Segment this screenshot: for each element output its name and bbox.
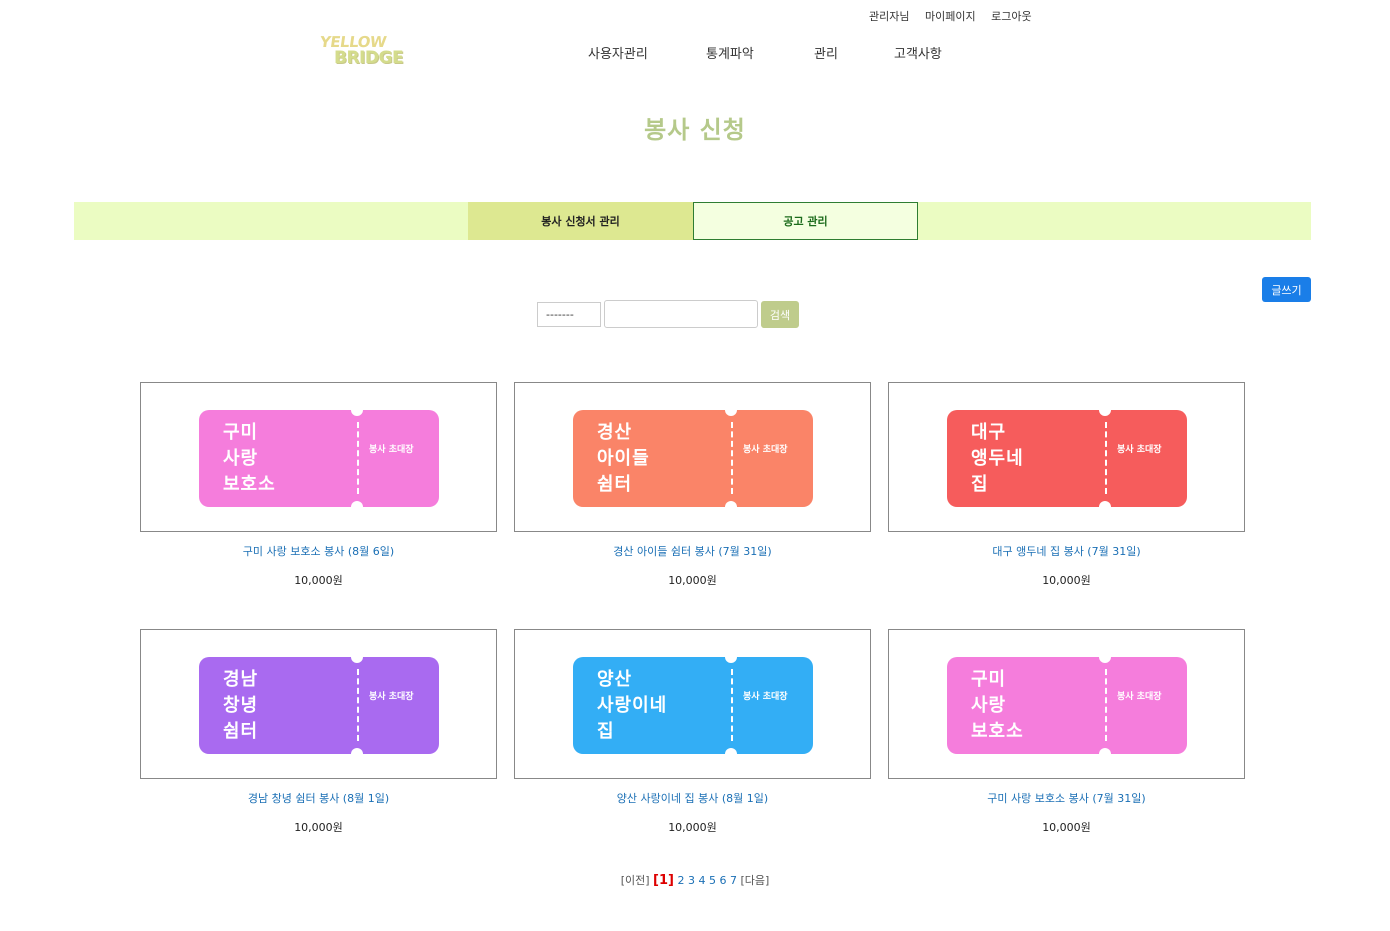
volunteer-card[interactable]: 구미 사랑 보호소 봉사 초대장구미 사랑 보호소 봉사 (8월 6일) 10,00… [140,382,497,588]
ticket-notch [725,651,737,663]
top-links: 관리자님 마이페이지 로그아웃 [869,8,1044,24]
volunteer-card[interactable]: 구미 사랑 보호소 봉사 초대장구미 사랑 보호소 봉사 (7월 31일) 10,0… [888,629,1245,835]
pagination-page[interactable]: 5 [709,874,716,887]
ticket-image: 경남 창녕 쉼터 봉사 초대장 [199,651,439,760]
card-price: 10,000원 [294,574,343,587]
card-price: 10,000원 [1042,574,1091,587]
volunteer-card[interactable]: 양산 사랑이네 집 봉사 초대장양산 사랑이네 집 봉사 (8월 1일) 10,00… [514,629,871,835]
ticket-notch [1099,651,1111,663]
volunteer-card[interactable]: 대구 앵두네 집 봉사 초대장대구 앵두네 집 봉사 (7월 31일) 10,000… [888,382,1245,588]
nav-user-management[interactable]: 사용자관리 [588,43,648,62]
ticket-name: 구미 사랑 보호소 [971,669,1024,742]
page-title: 봉사 신청 [644,116,746,144]
ticket-stub [1104,410,1187,507]
card-title[interactable]: 구미 사랑 보호소 봉사 (7월 31일) [888,790,1245,806]
nav-customer[interactable]: 고객사항 [894,43,942,62]
card-thumbnail[interactable]: 대구 앵두네 집 봉사 초대장 [888,382,1245,532]
logo-line2: BRIDGE [334,48,404,68]
pagination-page[interactable]: 7 [730,874,737,887]
ticket-label: 봉사 초대장 [743,445,788,455]
ticket-perforation [731,669,733,741]
pagination-prev[interactable]: [이전] [621,874,650,887]
ticket-notch [351,651,363,663]
ticket-perforation [357,669,359,741]
card-price: 10,000원 [294,821,343,834]
pagination-current: [1] [653,873,674,888]
search-button[interactable]: 검색 [761,301,799,328]
search-category-select[interactable]: ------- [537,302,601,327]
ticket-image: 경산 아이들 쉼터 봉사 초대장 [573,404,813,513]
logo[interactable]: YELLOW BRIDGE [318,32,418,72]
ticket-label: 봉사 초대장 [1117,692,1162,702]
ticket-perforation [1105,669,1107,741]
card-title[interactable]: 대구 앵두네 집 봉사 (7월 31일) [888,543,1245,559]
ticket-name: 경남 창녕 쉼터 [223,669,259,742]
ticket-notch [725,748,737,760]
ticket-notch [1099,748,1111,760]
card-title[interactable]: 경산 아이들 쉼터 봉사 (7월 31일) [514,543,871,559]
card-thumbnail[interactable]: 양산 사랑이네 집 봉사 초대장 [514,629,871,779]
ticket-label: 봉사 초대장 [1117,445,1162,455]
ticket-perforation [1105,422,1107,494]
ticket-stub [356,657,439,754]
tab-notice-management[interactable]: 공고 관리 [693,202,918,240]
tabs-bar: 봉사 신청서 관리 공고 관리 [74,202,1311,240]
ticket-perforation [357,422,359,494]
search-input[interactable] [604,300,758,328]
card-thumbnail[interactable]: 경산 아이들 쉼터 봉사 초대장 [514,382,871,532]
ticket-stub [730,657,813,754]
ticket-notch [351,404,363,416]
write-button[interactable]: 글쓰기 [1262,277,1311,302]
ticket-notch [725,404,737,416]
ticket-label: 봉사 초대장 [369,445,414,455]
card-thumbnail[interactable]: 구미 사랑 보호소 봉사 초대장 [888,629,1245,779]
ticket-name: 구미 사랑 보호소 [223,422,276,495]
card-price: 10,000원 [668,821,717,834]
tab-application-management[interactable]: 봉사 신청서 관리 [468,202,693,240]
ticket-image: 양산 사랑이네 집 봉사 초대장 [573,651,813,760]
ticket-notch [1099,501,1111,513]
ticket-label: 봉사 초대장 [369,692,414,702]
ticket-name: 대구 앵두네 집 [971,422,1024,495]
card-thumbnail[interactable]: 구미 사랑 보호소 봉사 초대장 [140,382,497,532]
ticket-stub [730,410,813,507]
ticket-image: 대구 앵두네 집 봉사 초대장 [947,404,1187,513]
ticket-name: 양산 사랑이네 집 [597,669,668,742]
pagination-page[interactable]: 6 [719,874,726,887]
card-title[interactable]: 구미 사랑 보호소 봉사 (8월 6일) [140,543,497,559]
ticket-perforation [731,422,733,494]
ticket-notch [725,501,737,513]
ticket-notch [351,748,363,760]
pagination: [이전] [1] 2 3 4 5 6 7 [다음] [0,872,1390,888]
card-price: 10,000원 [668,574,717,587]
ticket-notch [351,501,363,513]
ticket-notch [1099,404,1111,416]
card-title[interactable]: 양산 사랑이네 집 봉사 (8월 1일) [514,790,871,806]
volunteer-card[interactable]: 경산 아이들 쉼터 봉사 초대장경산 아이들 쉼터 봉사 (7월 31일) 10,0… [514,382,871,588]
ticket-label: 봉사 초대장 [743,692,788,702]
nav-statistics[interactable]: 통계파악 [706,43,754,62]
card-price: 10,000원 [1042,821,1091,834]
mypage-link[interactable]: 마이페이지 [925,10,976,23]
nav-management[interactable]: 관리 [814,43,838,62]
logout-link[interactable]: 로그아웃 [991,10,1031,23]
pagination-next[interactable]: [다음] [740,874,769,887]
card-title[interactable]: 경남 창녕 쉼터 봉사 (8월 1일) [140,790,497,806]
ticket-name: 경산 아이들 쉼터 [597,422,650,495]
ticket-stub [356,410,439,507]
volunteer-card[interactable]: 경남 창녕 쉼터 봉사 초대장경남 창녕 쉼터 봉사 (8월 1일) 10,000원 [140,629,497,835]
pagination-page[interactable]: 2 [677,874,684,887]
card-thumbnail[interactable]: 경남 창녕 쉼터 봉사 초대장 [140,629,497,779]
ticket-stub [1104,657,1187,754]
ticket-image: 구미 사랑 보호소 봉사 초대장 [947,651,1187,760]
pagination-page[interactable]: 3 [688,874,695,887]
ticket-image: 구미 사랑 보호소 봉사 초대장 [199,404,439,513]
admin-link[interactable]: 관리자님 [869,10,909,23]
pagination-page[interactable]: 4 [698,874,705,887]
